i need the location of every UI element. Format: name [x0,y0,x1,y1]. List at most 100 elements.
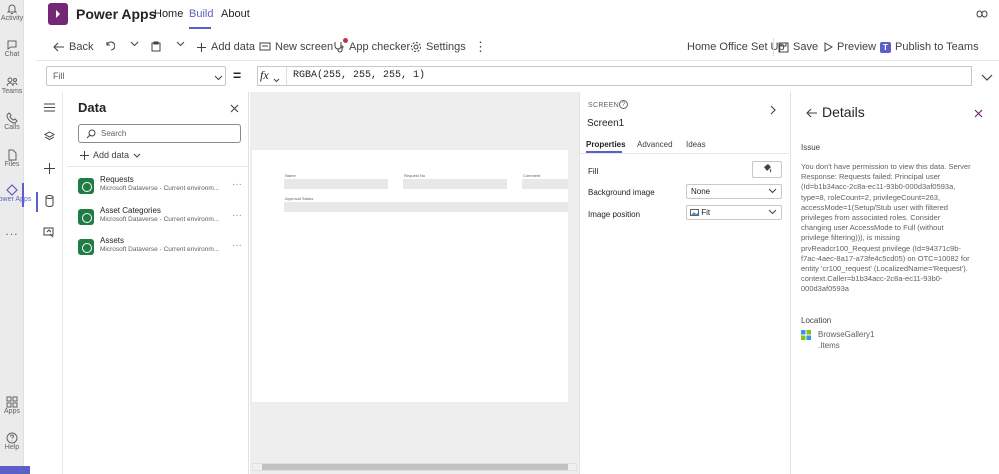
background-image-label: Background image [588,188,655,197]
property-value: Fill [53,71,65,81]
field-label: Comment [523,173,541,178]
tab-properties[interactable]: Properties [586,140,626,149]
app-checker-button[interactable]: App checker [333,38,410,53]
fill-color-picker[interactable] [752,161,782,178]
paste-dropdown[interactable] [176,41,185,47]
rail-item-chat[interactable]: Chat [0,39,24,59]
rail-active-indicator [22,183,24,207]
more-options-icon[interactable]: ⋮ [474,39,487,55]
data-pane-title: Data [78,100,107,115]
apps-icon [6,396,18,408]
location-control[interactable]: BrowseGallery1 [818,330,874,339]
tab-home[interactable]: Home [154,8,183,20]
divider [286,67,287,85]
rail-label: Apps [4,408,20,415]
share-link-icon[interactable] [976,8,988,22]
bell-icon [6,4,18,14]
close-icon[interactable] [974,107,983,121]
property-selector[interactable]: Fill [46,66,226,86]
fx-icon[interactable]: fx [260,68,269,83]
redo-dropdown[interactable] [130,41,139,47]
save-button[interactable]: Save [778,41,818,53]
back-button[interactable]: Back [53,41,93,53]
file-icon [8,149,17,161]
issue-heading: Issue [801,143,821,152]
chevron-down-icon[interactable] [273,72,280,86]
chevron-down-icon [768,188,777,194]
gallery-icon [801,329,811,340]
field-input[interactable] [284,179,388,189]
new-screen-button[interactable]: New screen [259,41,333,53]
undo-button[interactable] [105,41,115,51]
tab-advanced[interactable]: Advanced [637,140,673,149]
field-input[interactable] [403,179,507,189]
data-source-item[interactable]: Requests Microsoft Dataverse - Current e… [78,175,246,201]
gear-icon [411,42,421,52]
add-data-label: Add data [211,41,256,53]
chevron-down-icon [214,70,223,84]
rail-item-files[interactable]: Files [0,149,24,169]
rail-item-teams[interactable]: Teams [0,76,24,96]
new-screen-icon [259,42,271,51]
clipboard-icon [151,41,161,52]
field-input[interactable] [284,202,568,212]
rail-item-calls[interactable]: Calls [0,112,24,132]
insert-plus-icon[interactable] [44,163,55,177]
rail-item-power-apps[interactable]: Power Apps [0,184,31,204]
image-icon [690,209,699,216]
preview-label: Preview [837,41,877,53]
rail-label: Chat [4,51,20,58]
settings-button[interactable]: Settings [410,41,466,53]
arrow-left-icon[interactable] [806,107,818,121]
preview-button[interactable]: Preview [824,41,876,53]
image-position-dropdown[interactable]: Fit [686,205,782,220]
phone-icon [6,112,18,124]
data-source-item[interactable]: Assets Microsoft Dataverse - Current env… [78,236,246,262]
paste-button[interactable] [151,41,161,52]
back-label: Back [69,41,94,53]
app-title[interactable]: Home Office Set Up [687,41,785,53]
rail-item-apps[interactable]: Apps [0,396,24,416]
rail-more-icon[interactable]: ... [0,224,24,238]
tab-ideas[interactable]: Ideas [686,140,706,149]
more-options-icon[interactable]: ··· [232,210,242,221]
close-icon[interactable] [230,102,239,116]
paint-bucket-icon [764,164,772,173]
database-icon[interactable] [45,195,54,210]
add-data-link[interactable]: Add data [80,150,141,160]
rail-item-help[interactable]: Help [0,432,24,452]
publish-to-teams-button[interactable]: T Publish to Teams [880,41,979,53]
rail-label: Calls [4,124,20,131]
data-source-connector: Microsoft Dataverse - Current environm..… [100,185,220,192]
background-image-value: None [691,187,711,196]
more-options-icon[interactable]: ··· [232,240,242,251]
help-icon[interactable]: ? [619,100,628,109]
tab-about[interactable]: About [221,8,250,20]
layers-icon[interactable] [43,131,56,145]
add-data-button[interactable]: Add data [196,41,255,53]
divider [580,153,789,154]
rail-label: Teams [1,88,23,95]
data-source-connector: Microsoft Dataverse - Current environm..… [100,216,220,223]
more-options-icon[interactable]: ··· [232,179,242,190]
rail-item-activity[interactable]: Activity [0,3,24,23]
screen-name: Screen1 [587,118,625,129]
data-source-item[interactable]: Asset Categories Microsoft Dataverse - C… [78,206,246,232]
properties-panel [579,92,790,474]
teams-logo-icon: T [880,41,891,53]
formula-text[interactable]: RGBA(255, 255, 255, 1) [293,70,425,81]
field-input[interactable] [522,179,568,189]
play-icon [824,42,833,52]
tab-build[interactable]: Build [189,8,213,20]
dataverse-icon [78,209,94,225]
background-image-dropdown[interactable]: None [686,184,782,199]
location-heading: Location [801,316,832,325]
details-title: Details [822,104,865,120]
expand-formula-icon[interactable] [981,70,993,84]
chevron-down-icon [176,41,185,47]
chevron-right-icon[interactable] [770,104,776,118]
menu-icon[interactable] [44,101,55,115]
scrollbar-thumb[interactable] [262,464,568,470]
media-icon[interactable] [43,227,55,241]
arrow-left-icon [53,42,64,52]
